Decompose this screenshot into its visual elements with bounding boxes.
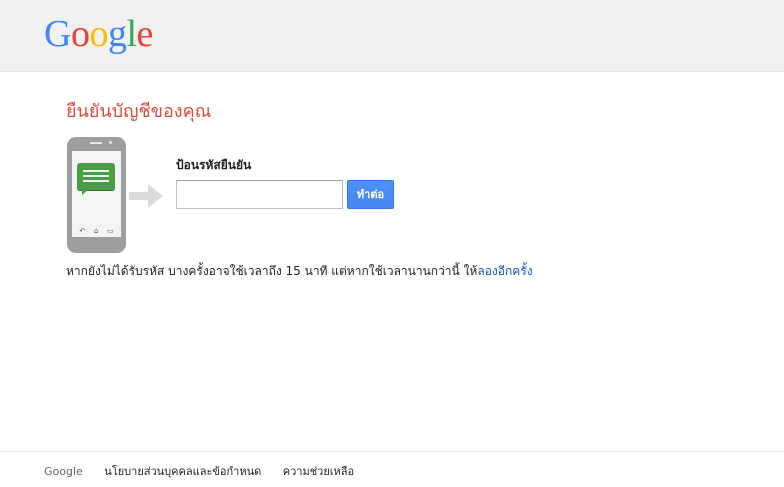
- verification-code-input[interactable]: [176, 180, 343, 209]
- sms-message-icon: [77, 163, 115, 190]
- verification-code-label: ป้อนรหัสยืนยัน: [176, 158, 252, 172]
- footer-brand: Google: [44, 465, 83, 478]
- recent-apps-icon: ▭: [107, 227, 114, 235]
- logo-letter: o: [70, 13, 90, 55]
- logo-letter: G: [44, 13, 71, 55]
- phone-nav-buttons: ↶ ⌂ ▭: [67, 224, 126, 238]
- logo-letter: e: [136, 13, 154, 55]
- footer-divider: [0, 451, 784, 452]
- phone-camera: [109, 141, 112, 144]
- page-title: ยืนยันบัญชีของคุณ: [66, 101, 212, 122]
- page-header: Google: [0, 0, 784, 72]
- logo-letter: o: [89, 13, 108, 55]
- privacy-terms-link[interactable]: นโยบายส่วนบุคคลและข้อกำหนด: [104, 465, 261, 478]
- logo-letter: g: [107, 13, 127, 55]
- help-link[interactable]: ความช่วยเหลือ: [283, 465, 354, 478]
- sms-bubble-tail: [82, 190, 88, 195]
- home-icon: ⌂: [93, 227, 99, 235]
- arrow-right-icon: [129, 184, 163, 208]
- phone-speaker: [90, 142, 102, 144]
- continue-button[interactable]: ทำต่อ: [347, 180, 394, 209]
- hint-text: หากยังไม่ได้รับรหัส บางครั้งอาจใช้เวลาถึ…: [66, 264, 478, 278]
- google-logo[interactable]: Google: [44, 10, 153, 58]
- logo-letter: l: [126, 13, 137, 55]
- page-footer: Google นโยบายส่วนบุคคลและข้อกำหนด ความช่…: [44, 462, 372, 480]
- retry-link[interactable]: ลองอีกครั้ง: [477, 264, 532, 278]
- resend-hint: หากยังไม่ได้รับรหัส บางครั้งอาจใช้เวลาถึ…: [66, 262, 533, 281]
- back-icon: ↶: [79, 227, 86, 235]
- phone-icon: ↶ ⌂ ▭: [67, 137, 126, 253]
